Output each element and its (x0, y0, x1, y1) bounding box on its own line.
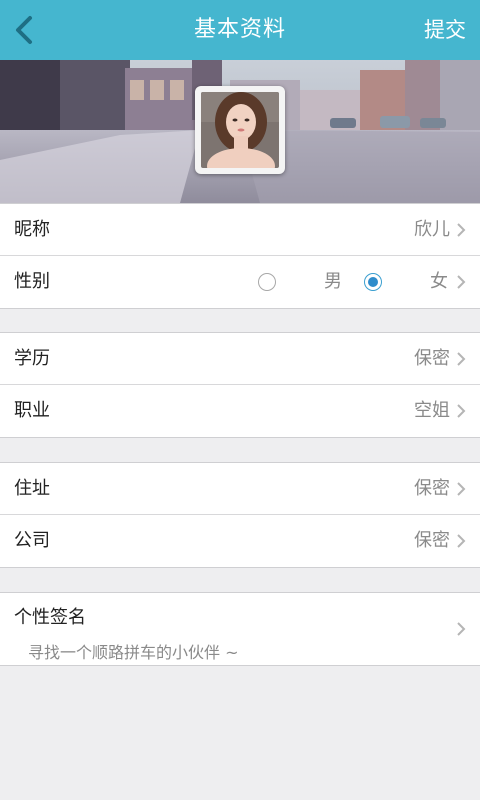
chevron-right-icon (457, 223, 466, 237)
avatar-photo (201, 92, 279, 168)
signature-row[interactable]: 个性签名 寻找一个顺路拼车的小伙伴 ~ (0, 593, 480, 665)
chevron-right-icon (457, 404, 466, 418)
education-value: 保密 (414, 348, 450, 369)
submit-button[interactable]: 提交 (424, 0, 466, 60)
nickname-label: 昵称 (14, 219, 50, 240)
company-value: 保密 (414, 530, 450, 551)
occupation-label: 职业 (14, 400, 50, 421)
nickname-row[interactable]: 昵称 欣儿 (0, 204, 480, 256)
basic-info-group: 昵称 欣儿 性别 男 女 (0, 203, 480, 309)
gender-female-label: 女 (430, 271, 448, 292)
radio-button-female[interactable] (364, 273, 382, 291)
chevron-right-icon (457, 482, 466, 496)
signature-value: 寻找一个顺路拼车的小伙伴 ~ (28, 643, 239, 662)
gender-label: 性别 (14, 271, 50, 292)
occupation-row[interactable]: 职业 空姐 (0, 385, 480, 437)
occupation-value: 空姐 (414, 400, 450, 421)
signature-label: 个性签名 (14, 607, 86, 628)
address-row[interactable]: 住址 保密 (0, 463, 480, 515)
gender-male-label: 男 (324, 271, 342, 292)
cover-banner (0, 60, 480, 203)
chevron-right-icon (457, 275, 466, 289)
address-label: 住址 (14, 478, 50, 499)
address-value: 保密 (414, 478, 450, 499)
signature-group: 个性签名 寻找一个顺路拼车的小伙伴 ~ (0, 592, 480, 666)
avatar[interactable] (195, 86, 285, 174)
chevron-right-icon (457, 352, 466, 366)
top-bar: 基本资料 提交 (0, 0, 480, 60)
nickname-value: 欣儿 (414, 219, 450, 240)
page-title: 基本资料 (193, 17, 286, 42)
location-group: 住址 保密 公司 保密 (0, 462, 480, 568)
company-label: 公司 (14, 530, 50, 551)
gender-row: 性别 男 女 (0, 256, 480, 308)
education-label: 学历 (14, 348, 50, 369)
career-group: 学历 保密 职业 空姐 (0, 332, 480, 438)
education-row[interactable]: 学历 保密 (0, 333, 480, 385)
company-row[interactable]: 公司 保密 (0, 515, 480, 567)
chevron-right-icon (457, 534, 466, 548)
radio-button-male[interactable] (258, 273, 276, 291)
chevron-right-icon (457, 622, 466, 636)
